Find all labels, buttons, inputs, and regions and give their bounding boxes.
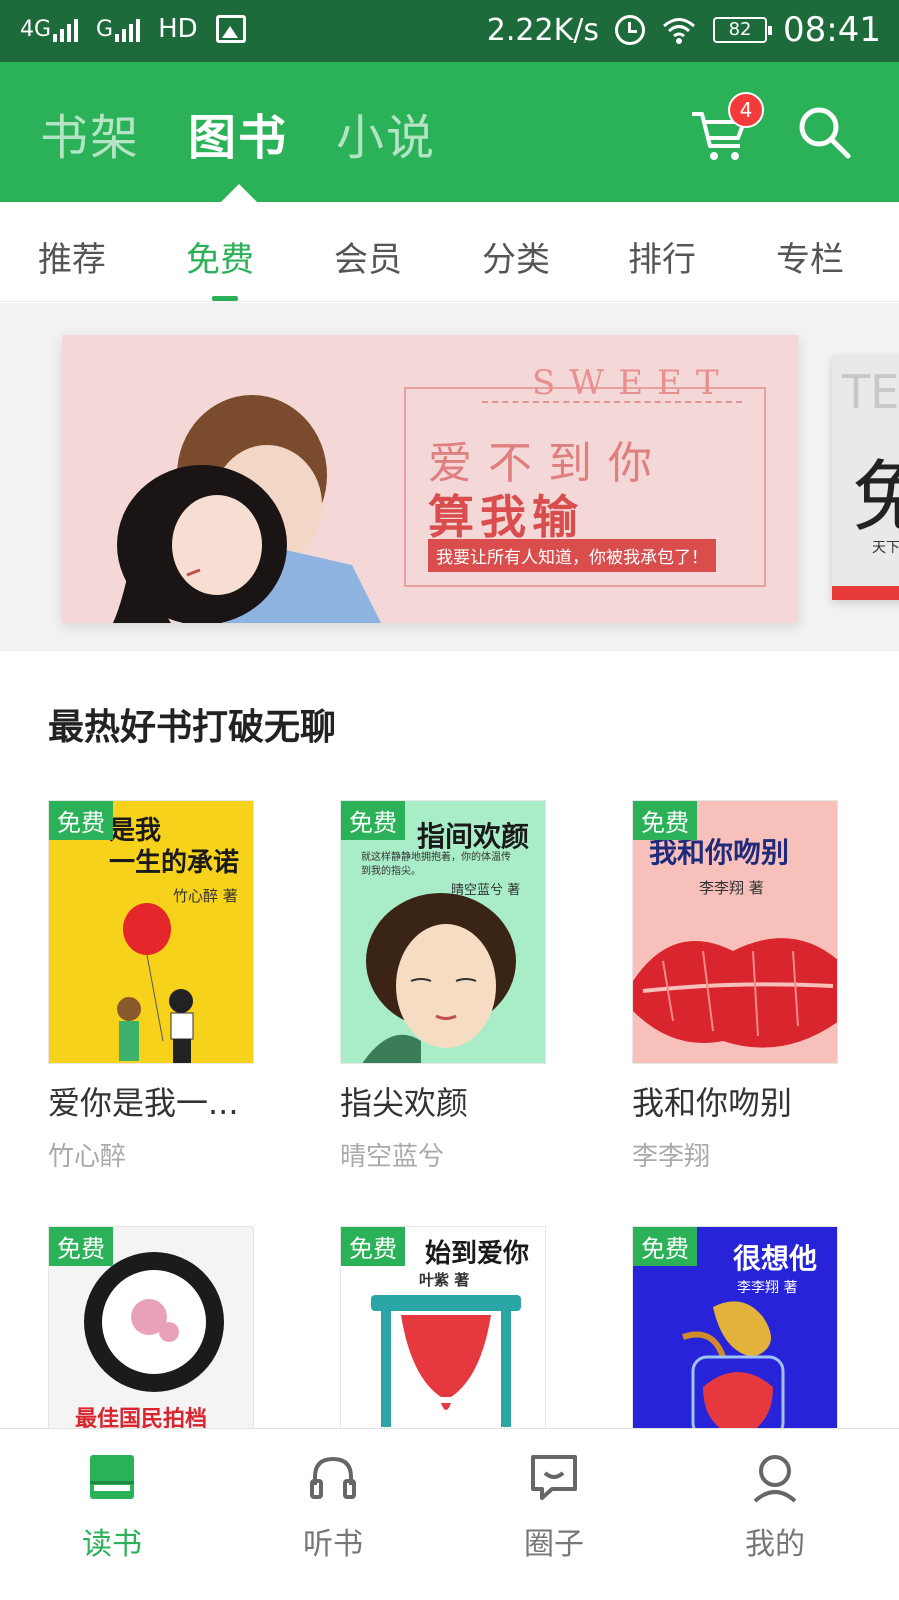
- battery-icon: 82: [713, 17, 773, 43]
- tab-member[interactable]: 会员: [334, 232, 402, 281]
- status-right: 2.22K/s 82 08:41: [487, 10, 881, 50]
- banner-sweet-text: SWEET: [532, 363, 733, 403]
- book-card[interactable]: 免费 指间欢颜 就这样静静地拥抱着，你的体温传到我的指尖。 晴空蓝兮 著 指尖欢…: [340, 800, 546, 1172]
- nav-profile[interactable]: 我的: [663, 1429, 887, 1600]
- profile-icon: [753, 1455, 797, 1503]
- book-cover[interactable]: 免费 指间欢颜 就这样静静地拥抱着，你的体温传到我的指尖。 晴空蓝兮 著: [340, 800, 546, 1064]
- nav-circle[interactable]: 圈子: [442, 1429, 666, 1600]
- banner-next-glyph: 免: [852, 453, 899, 543]
- free-badge: 免费: [49, 801, 113, 840]
- network-type-label: 4G: [20, 17, 52, 42]
- banner-next-slide[interactable]: TE 免 天下: [832, 355, 899, 600]
- chat-icon: [531, 1455, 577, 1500]
- tab-bookshelf[interactable]: 书架: [40, 98, 140, 168]
- search-icon[interactable]: [794, 102, 854, 162]
- banner-carousel: SWEET 爱不到你 算我输 我要让所有人知道，你被我承包了！ TE 免 天下: [0, 303, 899, 651]
- active-tab-caret: [221, 184, 257, 202]
- battery-level: 82: [728, 19, 752, 40]
- lips-illustration: [633, 938, 837, 1048]
- tab-category[interactable]: 分类: [482, 232, 550, 281]
- active-subtab-indicator: [212, 296, 238, 301]
- cover-author: 李李翔 著: [699, 879, 764, 897]
- book-icon: [90, 1455, 134, 1499]
- nav-listen-label: 听书: [303, 1527, 363, 1562]
- top-header: 书架 图书 小说 4: [0, 62, 899, 202]
- book-author: 晴空蓝兮: [340, 1142, 445, 1172]
- book-card[interactable]: 免费 我和你吻别 李李翔 著 我和你吻别 李李翔: [632, 800, 838, 1172]
- heart-jar-illustration: [682, 1301, 785, 1437]
- girl-portrait-illustration: [362, 893, 516, 1063]
- tab-novels[interactable]: 小说: [336, 98, 436, 168]
- bottom-navigation: 读书 听书 圈子 我的: [0, 1428, 899, 1600]
- banner-headline-2: 算我输: [428, 490, 584, 544]
- nav-profile-label: 我的: [745, 1527, 805, 1562]
- category-tabs: 推荐 免费 会员 分类 排行 专栏: [0, 202, 899, 302]
- book-title[interactable]: 我和你吻别: [632, 1078, 792, 1124]
- image-notification-icon: [215, 15, 246, 43]
- cover-title: 指间欢颜: [417, 820, 530, 853]
- book-author: 李李翔: [632, 1142, 711, 1172]
- book-card[interactable]: 免费 是我 一生的承诺 竹心醉 著 爱你是我一... 竹心醉: [48, 800, 254, 1172]
- vinyl-record-illustration: [84, 1252, 224, 1392]
- cover-title: 始到爱你: [425, 1239, 530, 1269]
- banner-tagline: 我要让所有人知道，你被我承包了！: [428, 539, 716, 572]
- cover-title: 很想他: [733, 1242, 818, 1275]
- section-title: 最热好书打破无聊: [48, 707, 337, 748]
- banner-next-strip: [832, 586, 899, 600]
- couple-illustration: [112, 395, 381, 623]
- clock: 08:41: [783, 10, 881, 50]
- cover-author: 李李翔 著: [737, 1280, 798, 1296]
- tab-books[interactable]: 图书: [188, 98, 288, 168]
- balloon-couple-illustration: [117, 903, 194, 1063]
- network-indicator-2: G: [96, 16, 141, 42]
- book-cover[interactable]: 免费 我和你吻别 李李翔 著: [632, 800, 838, 1064]
- nav-listen[interactable]: 听书: [221, 1429, 445, 1600]
- status-left: 4G G HD: [20, 14, 246, 44]
- hourglass-illustration: [371, 1295, 521, 1427]
- free-badge: 免费: [633, 801, 697, 840]
- book-title[interactable]: 指尖欢颜: [340, 1078, 468, 1124]
- tab-ranking[interactable]: 排行: [628, 232, 696, 281]
- tab-column[interactable]: 专栏: [776, 232, 844, 281]
- banner-next-caption: 天下: [872, 540, 899, 556]
- headphones-icon: [310, 1456, 356, 1499]
- cart-badge: 4: [728, 92, 764, 128]
- hd-label: HD: [158, 14, 198, 44]
- signal-icon: [115, 16, 141, 42]
- free-badge: 免费: [49, 1227, 113, 1266]
- nav-circle-label: 圈子: [524, 1527, 584, 1562]
- alarm-icon: [615, 15, 646, 45]
- network-speed: 2.22K/s: [486, 12, 600, 48]
- nav-read-label: 读书: [82, 1527, 142, 1562]
- book-cover[interactable]: 免费 是我 一生的承诺 竹心醉 著: [48, 800, 254, 1064]
- cover-title: 是我 一生的承诺: [109, 816, 240, 878]
- book-title[interactable]: 爱你是我一...: [48, 1078, 239, 1124]
- nav-read[interactable]: 读书: [0, 1429, 224, 1600]
- banner-slide[interactable]: SWEET 爱不到你 算我输 我要让所有人知道，你被我承包了！: [62, 335, 798, 623]
- wifi-icon: [663, 18, 695, 44]
- tab-free[interactable]: 免费: [186, 232, 254, 281]
- banner-next-title: TE: [842, 365, 899, 419]
- tab-recommend[interactable]: 推荐: [38, 232, 106, 281]
- signal-icon: [53, 16, 79, 42]
- status-bar: 4G G HD 2.22K/s 82 08:41: [0, 0, 899, 62]
- free-badge: 免费: [633, 1227, 697, 1266]
- free-badge: 免费: [341, 1227, 405, 1266]
- book-author: 竹心醉: [48, 1142, 127, 1172]
- network-indicator-1: 4G: [20, 16, 79, 42]
- banner-divider: [482, 401, 742, 403]
- free-badge: 免费: [341, 801, 405, 840]
- network-type-label: G: [96, 17, 114, 42]
- cover-subtitle: 就这样静静地拥抱着，你的体温传到我的指尖。: [361, 852, 511, 877]
